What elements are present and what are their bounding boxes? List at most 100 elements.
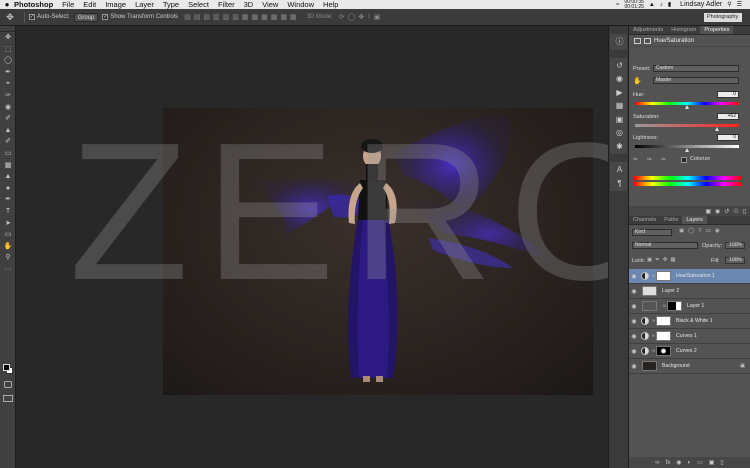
align-left-icon[interactable]: ▥ — [213, 13, 220, 21]
menu-file[interactable]: File — [62, 0, 74, 9]
bluetooth-icon[interactable]: ▲ — [649, 2, 655, 8]
path-select-tool-icon[interactable]: ➤ — [0, 218, 16, 230]
distribute-icon[interactable]: ▦ — [242, 13, 249, 21]
layer-name[interactable]: Black & White 1 — [676, 318, 713, 324]
document-image[interactable] — [163, 108, 593, 395]
eye-icon[interactable]: ◉ — [629, 273, 639, 280]
layer-row[interactable]: ◉ Background ▣ — [629, 359, 750, 374]
layer-row[interactable]: ◉ ∞ Black & White 1 — [629, 314, 750, 329]
show-transform-checkbox[interactable]: ✓ — [102, 14, 109, 20]
tab-channels[interactable]: Channels — [629, 216, 660, 224]
new-group-icon[interactable]: ▭ — [697, 459, 703, 466]
clone-stamp-tool-icon[interactable]: ▲ — [0, 125, 16, 137]
align-center-icon[interactable]: ▥ — [223, 13, 230, 21]
character-icon[interactable]: A — [610, 163, 629, 177]
quick-mask-icon[interactable] — [4, 381, 12, 388]
tab-adjustments[interactable]: Adjustments — [629, 26, 667, 34]
menu-view[interactable]: View — [262, 0, 278, 9]
eye-icon[interactable]: ◉ — [629, 303, 639, 310]
clip-to-layer-icon[interactable]: ▣ — [705, 208, 711, 215]
layer-mask-thumbnail[interactable] — [656, 331, 671, 341]
info-icon[interactable]: ⓘ — [610, 35, 629, 49]
lightness-value-field[interactable]: 0 — [717, 134, 739, 141]
reset-icon[interactable]: ↺ — [724, 208, 729, 215]
tab-histogram[interactable]: Histogram — [667, 26, 700, 34]
swatches-icon[interactable]: ▦ — [610, 99, 629, 113]
healing-brush-tool-icon[interactable]: ◉ — [0, 102, 16, 114]
menu-3d[interactable]: 3D — [244, 0, 254, 9]
align-middle-icon[interactable]: ▤ — [194, 13, 201, 21]
lock-icons[interactable]: ▣✒✥▩ — [647, 257, 679, 263]
distribute-icon[interactable]: ▦ — [261, 13, 268, 21]
eye-icon[interactable]: ◉ — [629, 318, 639, 325]
crop-tool-icon[interactable]: ⌖ — [0, 78, 16, 90]
align-bottom-icon[interactable]: ▤ — [203, 13, 210, 21]
layer-name[interactable]: Layer 1 — [687, 303, 704, 309]
layer-mask-thumbnail[interactable] — [667, 301, 682, 311]
layer-row[interactable]: ◉ Layer 2 — [629, 284, 750, 299]
layer-thumbnail[interactable] — [642, 286, 657, 296]
distribute-icon[interactable]: ▦ — [280, 13, 287, 21]
move-tool-icon[interactable]: ✥ — [0, 12, 20, 23]
foreground-color-swatch[interactable] — [3, 364, 10, 371]
menu-app-name[interactable]: Photoshop — [14, 0, 53, 9]
tab-paths[interactable]: Paths — [660, 216, 682, 224]
colorize-checkbox[interactable] — [681, 157, 687, 163]
user-name[interactable]: Lindsay Adler — [680, 1, 722, 8]
apple-icon[interactable]: ● — [0, 0, 14, 9]
navigator-icon[interactable]: ◎ — [610, 126, 629, 140]
blend-mode-dropdown[interactable]: Normal — [632, 242, 698, 249]
3d-drag-icon[interactable]: ✥ — [358, 13, 364, 21]
preset-dropdown[interactable]: Custom — [653, 65, 739, 72]
layer-mask-thumbnail[interactable] — [656, 271, 671, 281]
eye-icon[interactable]: ◉ — [629, 363, 639, 370]
3d-slide-icon[interactable]: ↕ — [367, 13, 371, 21]
layer-row[interactable]: ◉ ∞ Curves 1 — [629, 329, 750, 344]
saturation-value-field[interactable]: +62 — [717, 113, 739, 120]
layer-name[interactable]: Layer 2 — [662, 288, 679, 294]
layer-row[interactable]: ◉ ∞ Curves 2 — [629, 344, 750, 359]
type-tool-icon[interactable]: T — [0, 206, 16, 218]
pen-tool-icon[interactable]: ✒ — [0, 194, 16, 206]
fill-field[interactable]: 100% — [725, 257, 745, 264]
fx-icon[interactable]: fx — [666, 460, 671, 466]
zoom-tool-icon[interactable]: ⚲ — [0, 252, 16, 264]
saturation-slider[interactable] — [635, 124, 739, 127]
link-layers-icon[interactable]: ∞ — [655, 460, 659, 466]
eye-icon[interactable]: ◉ — [629, 348, 639, 355]
screen-mode-icon[interactable] — [3, 395, 13, 402]
delete-layer-icon[interactable]: ▯ — [720, 459, 723, 466]
distribute-icon[interactable]: ▦ — [251, 13, 258, 21]
tab-layers[interactable]: Layers — [682, 216, 707, 224]
opacity-field[interactable]: 100% — [725, 242, 745, 249]
brush-icon[interactable]: ✱ — [610, 140, 629, 154]
list-icon[interactable]: ☰ — [737, 1, 742, 8]
layer-name[interactable]: Hue/Saturation 1 — [676, 273, 715, 279]
dodge-tool-icon[interactable]: ● — [0, 183, 16, 195]
blur-tool-icon[interactable]: ▲ — [0, 171, 16, 183]
distribute-icon[interactable]: ▦ — [271, 13, 278, 21]
menu-window[interactable]: Window — [287, 0, 314, 9]
add-mask-icon[interactable]: ◉ — [676, 459, 681, 466]
mask-icon[interactable] — [644, 37, 651, 44]
new-adjustment-icon[interactable]: ◐ — [687, 460, 691, 466]
layer-filter-dropdown[interactable]: Kind — [632, 229, 672, 236]
hue-slider-thumb[interactable] — [685, 105, 689, 109]
menu-type[interactable]: Type — [163, 0, 179, 9]
eyedropper-subtract-icon[interactable]: ✑ — [661, 156, 666, 163]
actions-icon[interactable]: ▶ — [610, 86, 629, 100]
layer-name[interactable]: Curves 2 — [676, 348, 697, 354]
more-tools-icon[interactable]: ··· — [0, 264, 16, 276]
menu-image[interactable]: Image — [105, 0, 126, 9]
channel-dropdown[interactable]: Master — [653, 77, 739, 84]
volume-icon[interactable]: ♪ — [660, 2, 663, 8]
layer-row[interactable]: ◉ ∞ Hue/Saturation 1 — [629, 269, 750, 284]
layer-mask-thumbnail[interactable] — [656, 316, 671, 326]
marquee-tool-icon[interactable]: ⬚ — [0, 44, 16, 56]
delete-icon[interactable]: ▯ — [743, 208, 746, 215]
lightness-slider-thumb[interactable] — [685, 148, 689, 152]
document-canvas[interactable]: ZERO — [16, 26, 661, 468]
eraser-tool-icon[interactable]: ▭ — [0, 148, 16, 160]
layer-thumbnail[interactable] — [642, 301, 657, 311]
3d-scale-icon[interactable]: ▣ — [374, 13, 381, 21]
